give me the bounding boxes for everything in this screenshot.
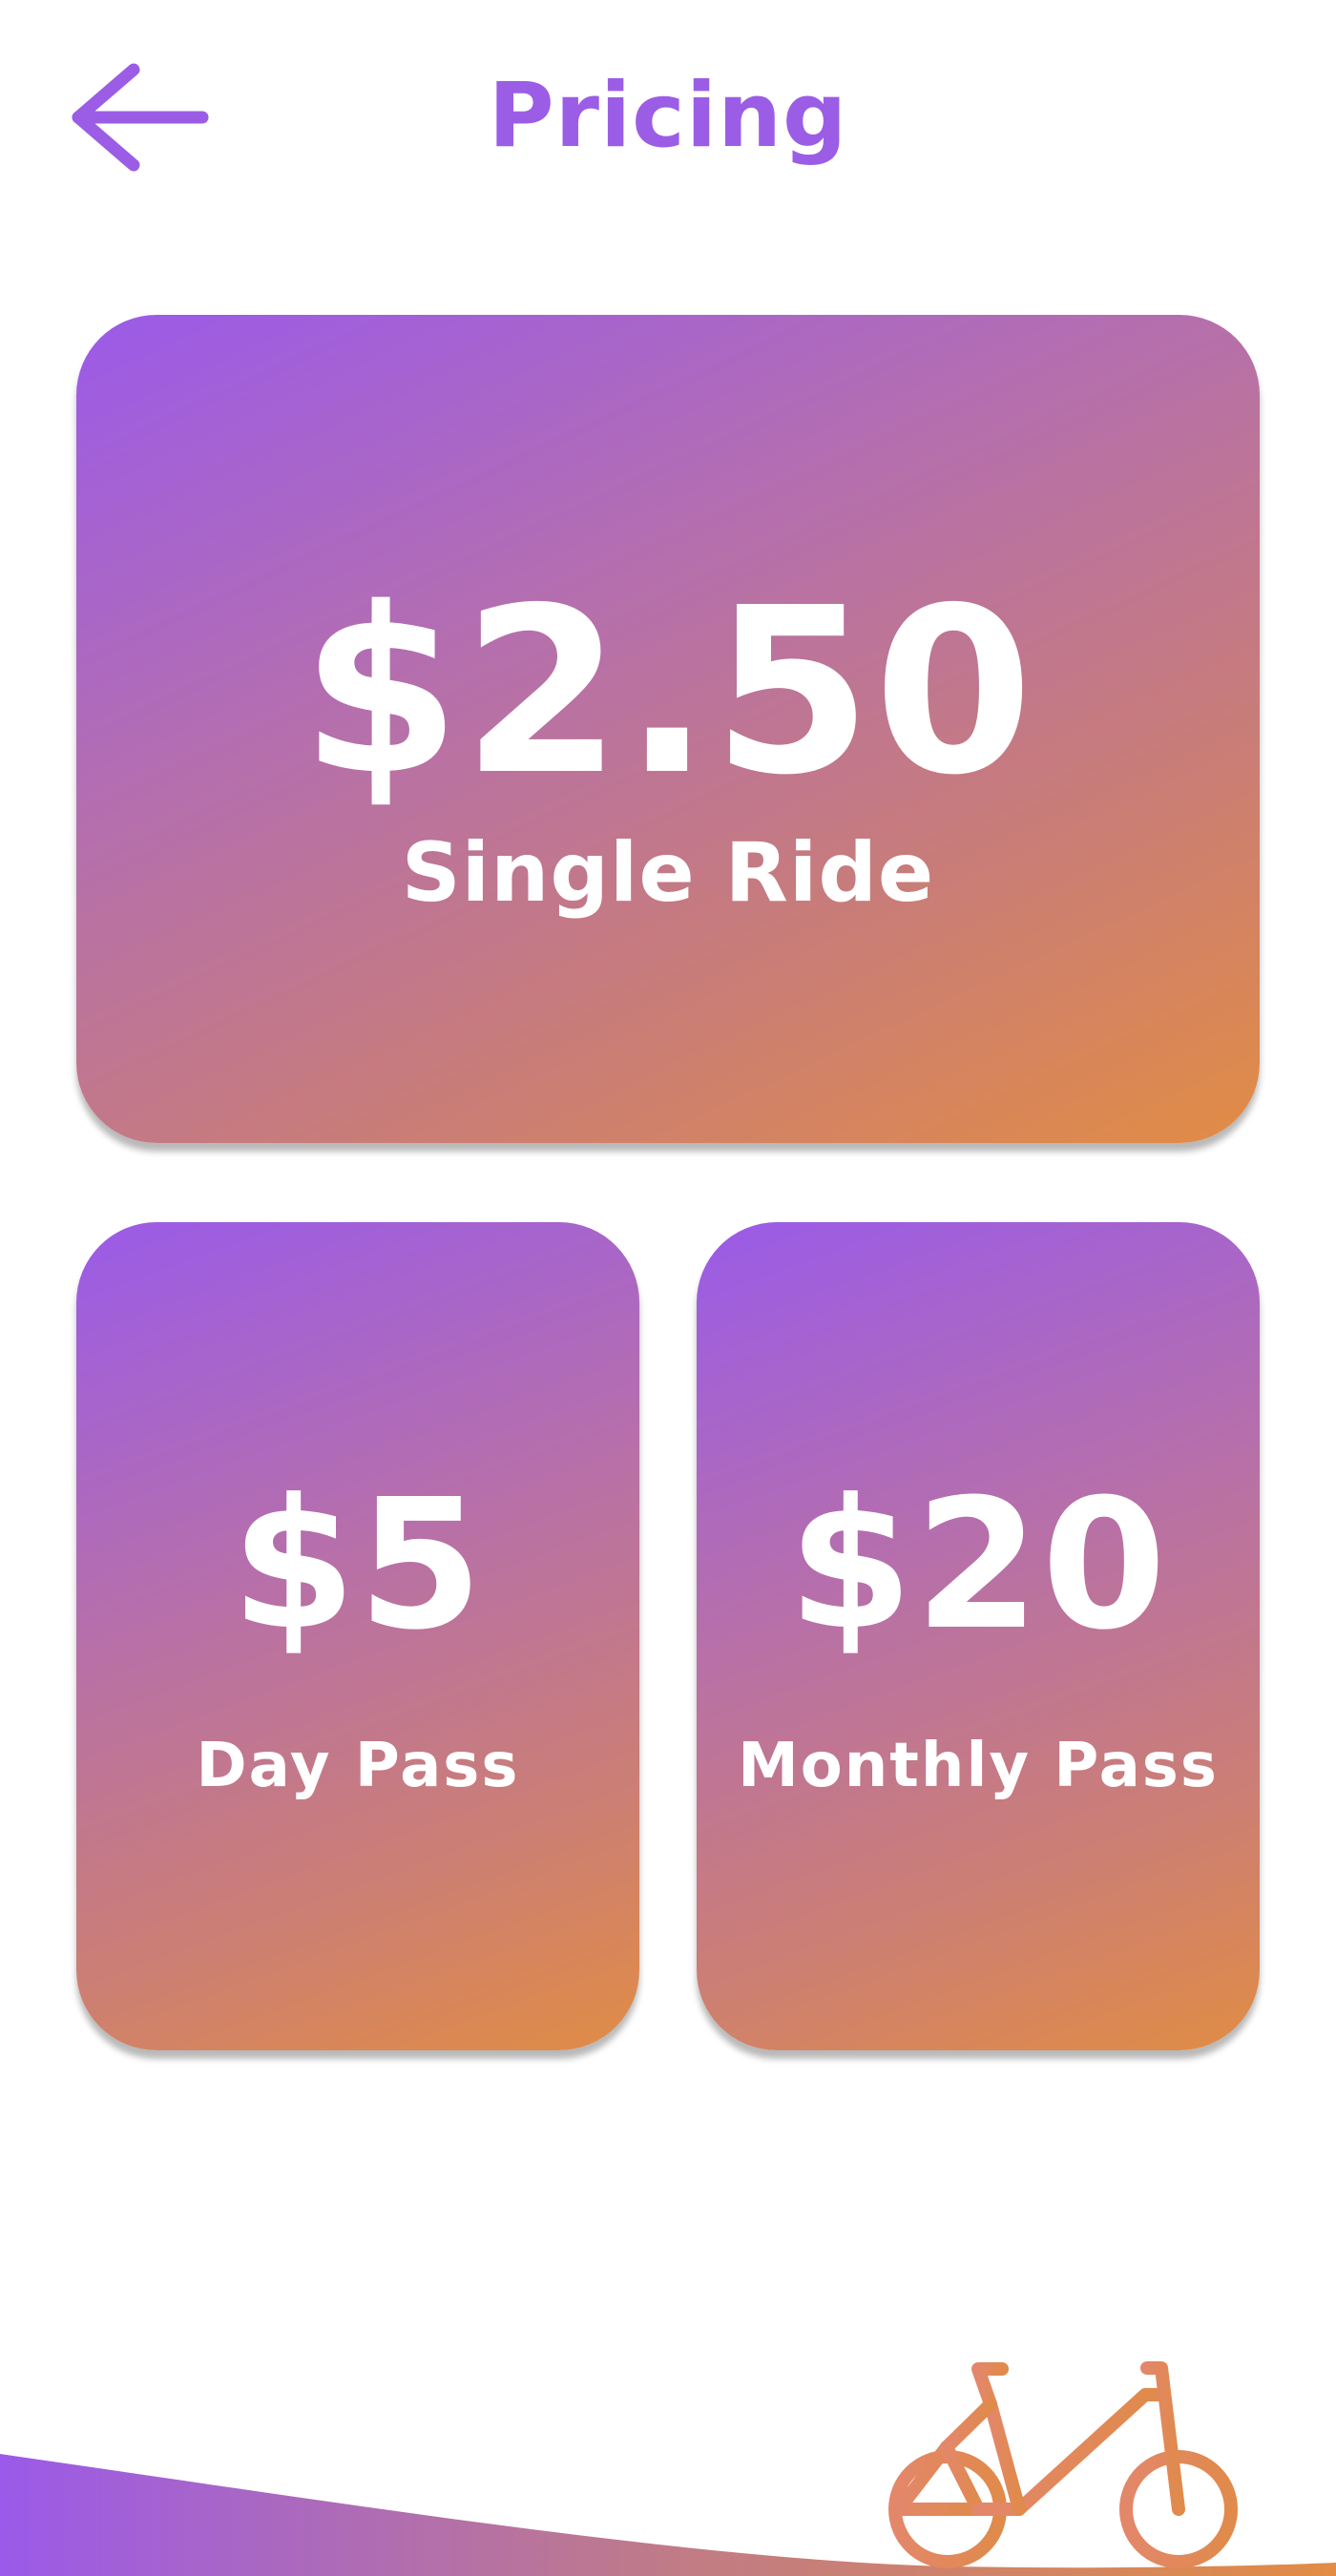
monthly-pass-card[interactable]: $20 Monthly Pass	[697, 1222, 1260, 2050]
day-pass-price: $5	[231, 1461, 485, 1670]
bicycle-icon	[888, 2361, 1238, 2568]
day-pass-card[interactable]: $5 Day Pass	[76, 1222, 639, 2050]
header: Pricing	[0, 0, 1336, 239]
single-ride-price: $2.50	[301, 558, 1035, 825]
page-title: Pricing	[488, 64, 848, 168]
day-pass-label: Day Pass	[196, 1731, 520, 1801]
single-ride-label: Single Ride	[401, 825, 935, 921]
monthly-pass-label: Monthly Pass	[738, 1731, 1219, 1801]
single-ride-card[interactable]: $2.50 Single Ride	[76, 315, 1260, 1143]
monthly-pass-price: $20	[787, 1461, 1169, 1670]
